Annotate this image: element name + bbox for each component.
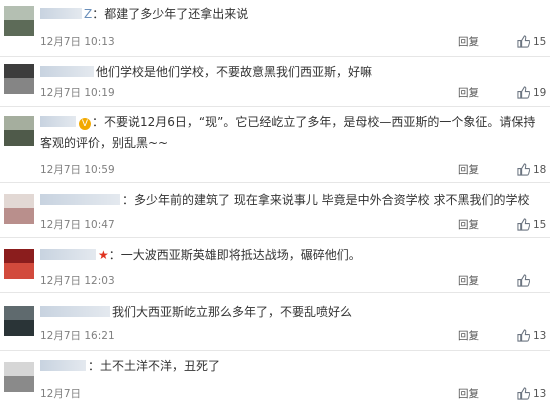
reply-button[interactable]: 回复 xyxy=(458,85,479,101)
avatar[interactable] xyxy=(4,249,34,279)
username[interactable] xyxy=(40,66,94,77)
comment-time: 12月7日 10:47 xyxy=(40,219,115,231)
comment-text: ：土不土洋不洋，丑死了 xyxy=(88,359,221,373)
avatar[interactable] xyxy=(4,6,34,36)
reply-button[interactable]: 回复 xyxy=(458,162,479,178)
comment-text: ：多少年前的建筑了 现在拿来说事儿 毕竟是中外合资学校 求不黑我们的学校 xyxy=(122,193,530,207)
like-count: 15 xyxy=(533,219,547,231)
thumbs-up-icon xyxy=(517,329,530,342)
like-count: 13 xyxy=(533,330,547,342)
comment-time: 12月7日 xyxy=(40,388,82,400)
thumbs-up-icon xyxy=(517,274,530,287)
comment-item: ★：一大波西亚斯英雄即将抵达战场，碾碎他们。 12月7日 12:03 回复 xyxy=(0,237,550,293)
comment-text: 他们学校是他们学校，不要故意黑我们西亚斯，好嘛 xyxy=(96,65,373,79)
username[interactable] xyxy=(40,194,120,205)
comment-item: V ：不要说12月6日，“现”。它已经屹立了多年，是母校—西亚斯的一个象征。请保持… xyxy=(0,106,550,183)
thumbs-up-icon xyxy=(517,35,530,48)
like-count: 19 xyxy=(533,87,547,99)
comment-item: ：土不土洋不洋，丑死了 12月7日 回复 13 xyxy=(0,350,550,406)
comment-time: 12月7日 10:59 xyxy=(40,164,115,176)
comment-text: ：都建了多少年了还拿出来说 xyxy=(92,7,249,21)
avatar[interactable] xyxy=(4,362,34,392)
comment-text: 我们大西亚斯屹立那么多年了，不要乱喷好么 xyxy=(112,305,353,319)
avatar[interactable] xyxy=(4,306,34,336)
reply-button[interactable]: 回复 xyxy=(458,273,479,289)
username[interactable] xyxy=(40,306,110,317)
thumbs-up-icon xyxy=(517,387,530,400)
reply-button[interactable]: 回复 xyxy=(458,217,479,233)
comment-item: 我们大西亚斯屹立那么多年了，不要乱喷好么 12月7日 16:21 回复 13 xyxy=(0,292,550,351)
star-badge-icon: ★ xyxy=(98,248,109,262)
comment-time: 12月7日 12:03 xyxy=(40,275,115,287)
comment-time: 12月7日 16:21 xyxy=(40,330,115,342)
username-tail[interactable]: Z xyxy=(84,7,92,21)
username[interactable] xyxy=(40,360,86,371)
thumbs-up-icon xyxy=(517,86,530,99)
like-count: 13 xyxy=(533,388,547,400)
like-count: 15 xyxy=(533,36,547,48)
comment-time: 12月7日 10:19 xyxy=(40,87,115,99)
vip-badge-icon: V xyxy=(79,118,91,130)
like-count: 18 xyxy=(533,164,547,176)
username[interactable] xyxy=(40,249,96,260)
comment-text: ：不要说12月6日，“现”。它已经屹立了多年，是母校—西亚斯的一个象征。请保持客… xyxy=(40,115,536,150)
comment-item: ：多少年前的建筑了 现在拿来说事儿 毕竟是中外合资学校 求不黑我们的学校 12月… xyxy=(0,182,550,238)
comment-text: ：一大波西亚斯英雄即将抵达战场，碾碎他们。 xyxy=(108,248,361,262)
avatar[interactable] xyxy=(4,116,34,146)
comment-time: 12月7日 10:13 xyxy=(40,36,115,48)
reply-button[interactable]: 回复 xyxy=(458,34,479,50)
comment-item: Z：都建了多少年了还拿出来说 12月7日 10:13 回复 15 xyxy=(0,0,550,57)
username[interactable] xyxy=(40,8,82,19)
reply-button[interactable]: 回复 xyxy=(458,386,479,402)
avatar[interactable] xyxy=(4,64,34,94)
comment-item: 他们学校是他们学校，不要故意黑我们西亚斯，好嘛 12月7日 10:19 回复 1… xyxy=(0,56,550,107)
thumbs-up-icon xyxy=(517,218,530,231)
comment-list: Z：都建了多少年了还拿出来说 12月7日 10:13 回复 15 他们学校是他们… xyxy=(0,0,550,406)
username[interactable] xyxy=(40,116,76,127)
reply-button[interactable]: 回复 xyxy=(458,328,479,344)
thumbs-up-icon xyxy=(517,163,530,176)
avatar[interactable] xyxy=(4,194,34,224)
